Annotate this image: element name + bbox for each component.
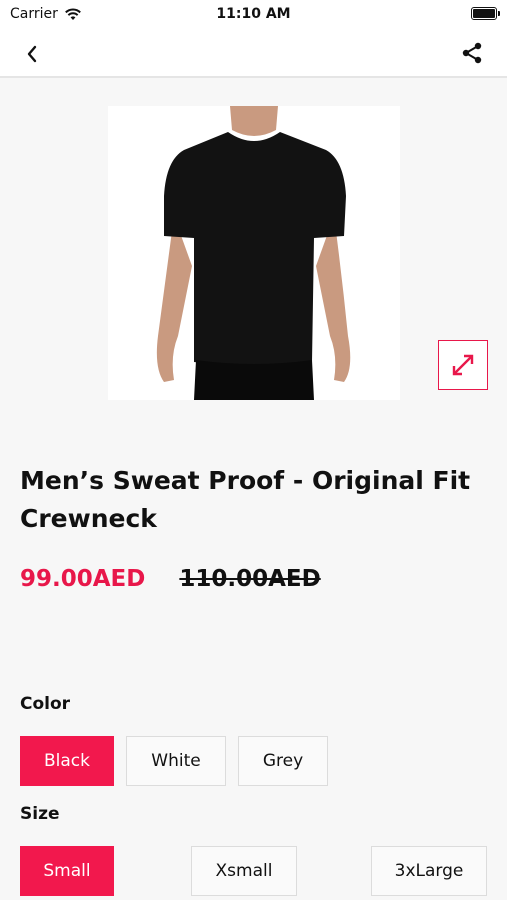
tshirt-photo-icon — [108, 106, 400, 400]
old-price: 110.00AED — [179, 566, 321, 592]
size-option-xsmall[interactable]: Xsmall — [191, 846, 297, 896]
color-option-white[interactable]: White — [126, 736, 226, 786]
expand-button[interactable] — [438, 340, 488, 390]
chevron-left-icon — [27, 45, 37, 63]
share-button[interactable] — [457, 38, 487, 68]
size-label: Size — [20, 804, 60, 824]
color-option-black[interactable]: Black — [20, 736, 114, 786]
nav-bar — [0, 30, 507, 78]
size-option-small[interactable]: Small — [20, 846, 114, 896]
current-price: 99.00AED — [20, 566, 146, 592]
share-icon — [462, 42, 482, 64]
size-option-3xlarge[interactable]: 3xLarge — [371, 846, 487, 896]
status-bar: Carrier 11:10 AM — [0, 0, 507, 30]
expand-icon — [452, 354, 474, 376]
status-time: 11:10 AM — [216, 6, 291, 22]
battery-icon — [471, 7, 500, 20]
product-image[interactable] — [108, 106, 400, 400]
product-title: Men’s Sweat Proof - Original Fit Crewnec… — [20, 466, 471, 533]
back-button[interactable] — [18, 40, 46, 68]
color-label: Color — [20, 694, 71, 714]
price-row: 99.00AED 110.00AED — [20, 562, 321, 596]
color-option-grey[interactable]: Grey — [238, 736, 328, 786]
